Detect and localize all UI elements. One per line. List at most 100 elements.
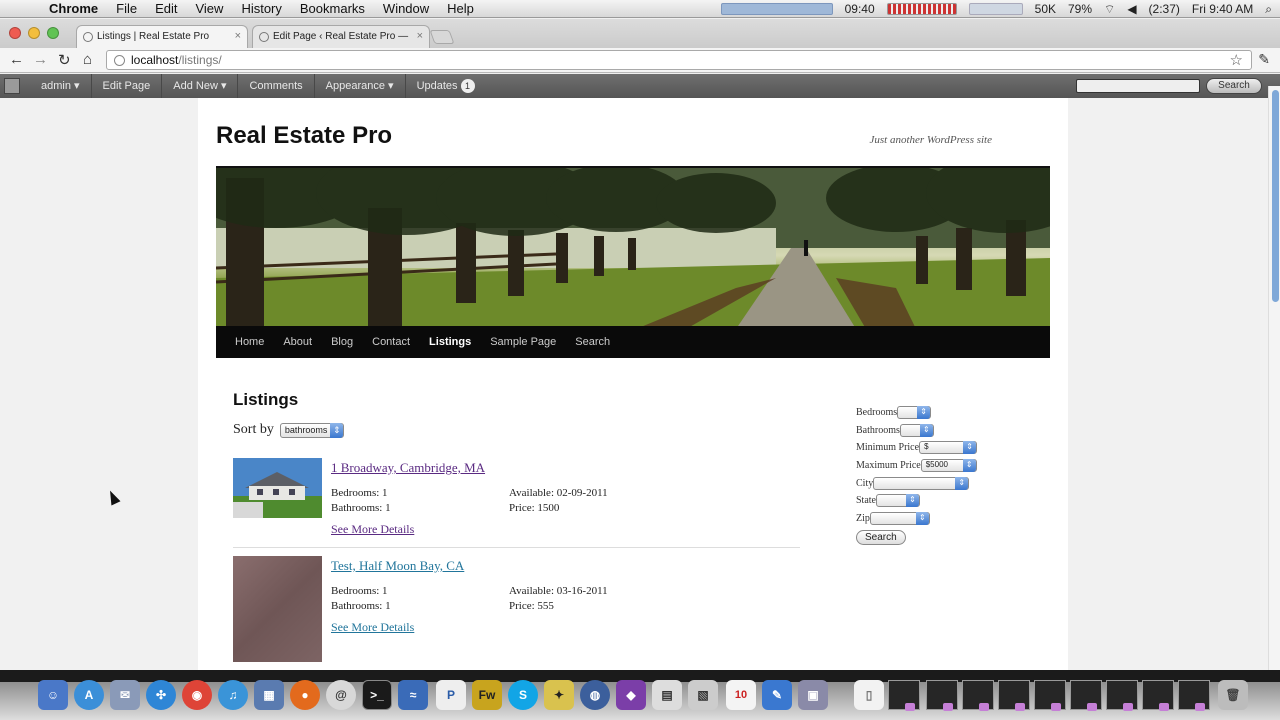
menu-extras-icon[interactable] [720,3,833,15]
volume-icon[interactable]: ◀ [1127,2,1136,16]
minimized-window-thumbnail[interactable] [1142,680,1174,711]
document-icon[interactable]: ▯ [854,680,884,710]
fireworks-icon[interactable]: Fw [472,680,502,710]
menu-history[interactable]: History [232,1,290,16]
tab-listings[interactable]: Listings | Real Estate Pro × [76,25,248,48]
appearance-menu[interactable]: Appearance ▾ [315,74,406,98]
wrench-menu-icon[interactable]: ✎ [1258,51,1270,68]
minimized-window-thumbnail[interactable] [1178,680,1210,711]
city-select[interactable] [873,476,970,490]
nav-contact[interactable]: Contact [372,336,410,348]
minimized-window-thumbnail[interactable] [1070,680,1102,711]
see-more-details-link[interactable]: See More Details [331,620,414,635]
menu-bookmarks[interactable]: Bookmarks [291,1,374,16]
city-row: City [856,474,1046,492]
mail-stamp-icon[interactable]: ✉ [110,680,140,710]
nav-sample-page[interactable]: Sample Page [490,336,556,348]
minimized-window-thumbnail[interactable] [926,680,958,711]
coda-icon[interactable]: ≈ [398,680,428,710]
itunes-icon[interactable]: ♫ [218,680,248,710]
nav-search[interactable]: Search [575,336,610,348]
page-info-icon[interactable] [114,55,125,66]
address-bar[interactable]: localhost/listings/ ☆ [106,50,1252,70]
sort-select[interactable]: bathrooms [279,422,345,438]
nav-blog[interactable]: Blog [331,336,353,348]
bedrooms-select[interactable] [897,406,932,420]
nav-about[interactable]: About [283,336,312,348]
page-scrollbar[interactable] [1268,86,1280,670]
clapboard-icon[interactable]: ▤ [652,680,682,710]
status-clock[interactable]: Fri 9:40 AM [1192,2,1253,16]
updates-link[interactable]: Updates 1 [406,74,486,98]
minimized-window-thumbnail[interactable] [1106,680,1138,711]
minimized-window-thumbnail[interactable] [888,680,920,711]
photo-stack-icon[interactable]: ▣ [798,680,828,710]
mail-icon[interactable]: @ [326,680,356,710]
comments-link[interactable]: Comments [238,74,315,98]
reload-icon[interactable]: ↻ [58,51,71,69]
preview-icon[interactable]: P [436,680,466,710]
status-wifi-pct[interactable]: 79% [1068,2,1092,16]
max-price-select[interactable]: $5000 [920,459,977,473]
app-store-icon[interactable]: A [74,680,104,710]
back-arrow-icon[interactable]: ← [9,51,24,68]
skype-icon[interactable]: S [508,680,538,710]
firefox-icon[interactable]: ● [290,680,320,710]
photos-icon[interactable]: ▧ [688,680,718,710]
terminal-icon[interactable]: >_ [362,680,392,710]
forward-arrow-icon[interactable]: → [33,51,48,68]
home-icon[interactable]: ⌂ [83,51,92,68]
network-globe-icon[interactable]: ◍ [580,680,610,710]
wifi-icon[interactable]: ⌔ [1104,2,1115,17]
chrome-icon[interactable]: ◉ [182,680,212,710]
trash-icon[interactable]: 🗑 [1218,680,1248,710]
minimized-window-thumbnail[interactable] [1034,680,1066,711]
add-new-menu[interactable]: Add New ▾ [162,74,239,98]
listing-title-link[interactable]: 1 Broadway, Cambridge, MA [331,460,485,476]
admin-menu[interactable]: admin ▾ [30,74,92,98]
menu-window[interactable]: Window [374,1,438,16]
zip-select[interactable] [869,511,930,525]
nav-listings[interactable]: Listings [429,336,471,348]
admin-search-button[interactable]: Search [1206,78,1262,94]
tab-close-icon[interactable]: × [417,30,423,42]
minimize-window-icon[interactable] [28,27,40,39]
edit-page-link[interactable]: Edit Page [92,74,163,98]
close-window-icon[interactable] [9,27,21,39]
calendar-icon[interactable]: 10 [726,680,756,710]
network-meter-icon[interactable] [968,3,1023,15]
nav-home[interactable]: Home [235,336,264,348]
calculator-icon[interactable]: ▦ [254,680,284,710]
listing-photo-texture[interactable] [233,556,322,662]
tab-close-icon[interactable]: × [235,30,241,42]
minimized-window-thumbnail[interactable] [962,680,994,711]
toolbox-icon[interactable]: ◆ [616,680,646,710]
scrollbar-thumb[interactable] [1272,90,1279,302]
see-more-details-link[interactable]: See More Details [331,522,414,537]
listing-search-button[interactable]: Search [856,530,906,546]
state-select[interactable] [876,494,920,508]
admin-search-input[interactable] [1076,79,1200,93]
safari-icon[interactable]: ✣ [146,680,176,710]
menu-view[interactable]: View [186,1,232,16]
tab-edit-page[interactable]: Edit Page ‹ Real Estate Pro — × [252,25,430,48]
menu-edit[interactable]: Edit [146,1,186,16]
menu-help[interactable]: Help [438,1,483,16]
bathrooms-select[interactable] [899,423,934,437]
zoom-window-icon[interactable] [47,27,59,39]
bird-icon[interactable]: ✦ [544,680,574,710]
xcode-icon[interactable]: ✎ [762,680,792,710]
min-price-select[interactable]: $ [919,441,978,455]
menu-file[interactable]: File [107,1,146,16]
activity-monitor-icon[interactable] [886,3,957,15]
listing-title-link[interactable]: Test, Half Moon Bay, CA [331,558,464,574]
avatar[interactable] [4,78,20,94]
bookmark-star-icon[interactable]: ☆ [1230,51,1243,69]
finder-icon[interactable]: ☺ [38,680,68,710]
status-battery-time[interactable]: (2:37) [1149,2,1180,16]
menu-app-chrome[interactable]: Chrome [40,1,107,16]
spotlight-icon[interactable]: ⌕ [1265,2,1272,17]
site-title[interactable]: Real Estate Pro [216,122,392,150]
minimized-window-thumbnail[interactable] [998,680,1030,711]
listing-photo-house[interactable] [233,458,322,518]
